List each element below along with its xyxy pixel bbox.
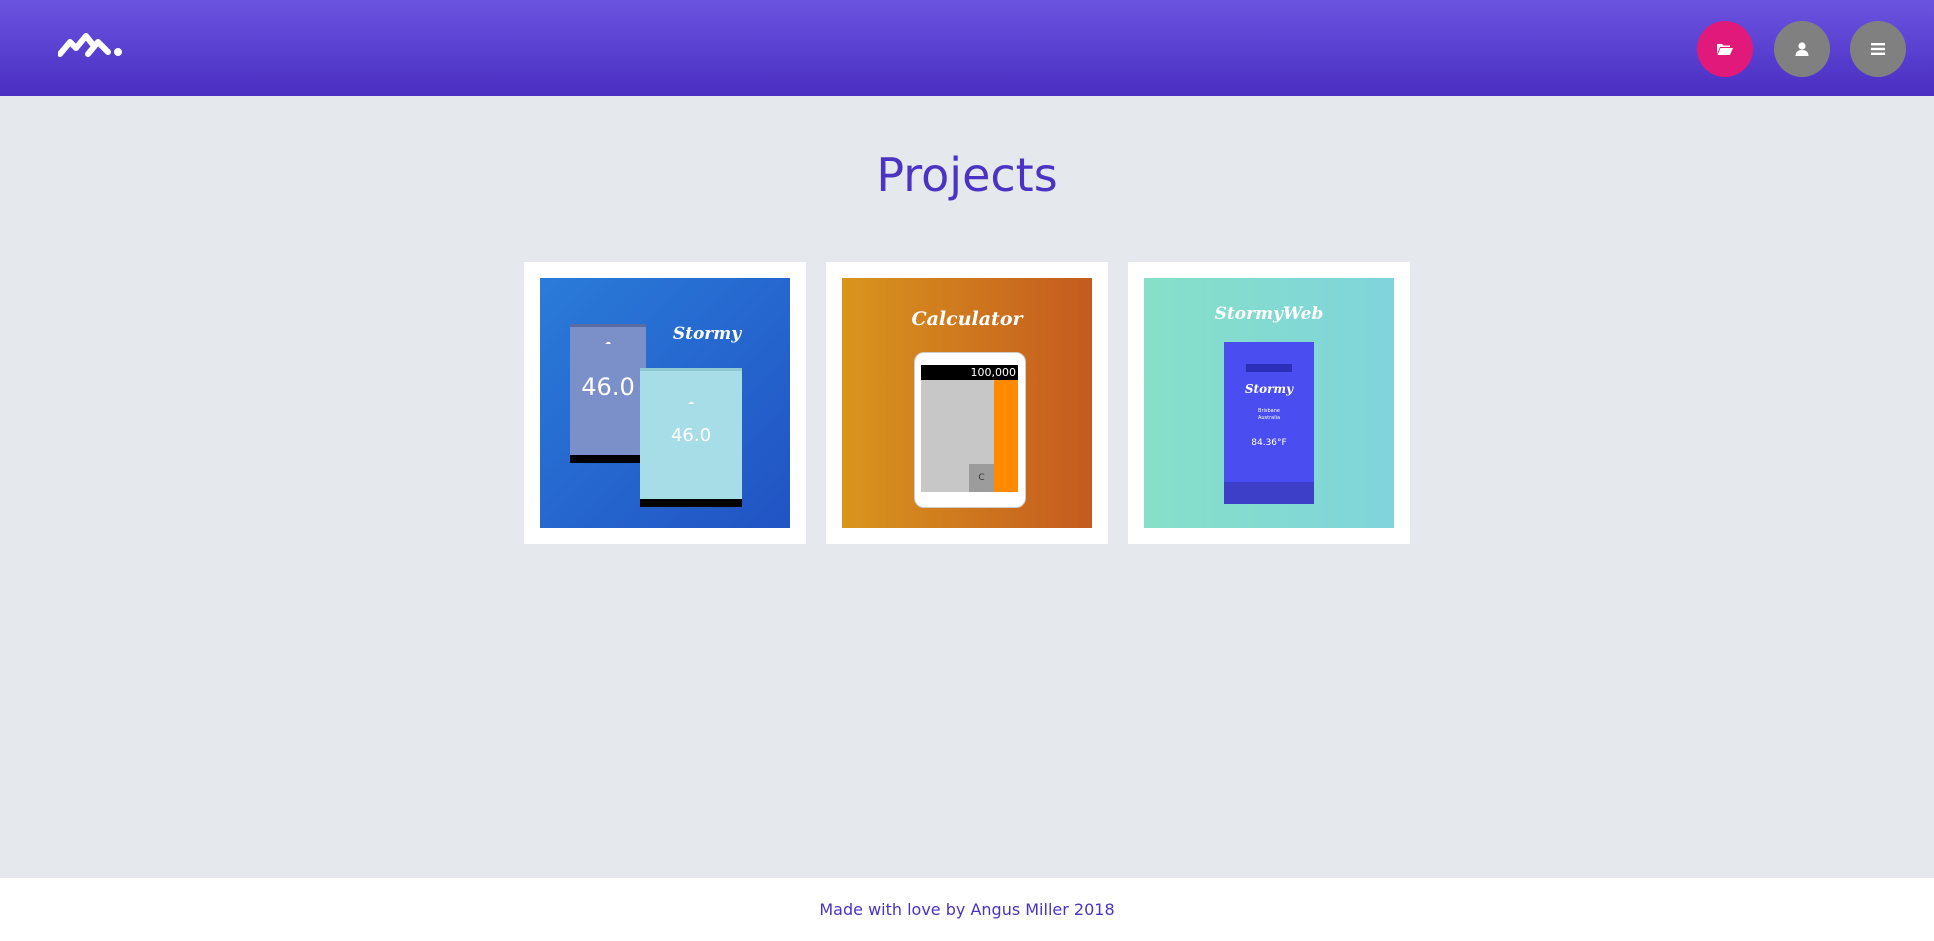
web-location-country: Australia	[1257, 415, 1281, 421]
clear-key: C	[969, 464, 994, 492]
project-thumbnail[interactable]: StormyWeb Stormy Brisbane Australia 84.3…	[1144, 278, 1394, 528]
top-navbar	[0, 0, 1934, 96]
phone-screenshot: ☁ 46.0	[570, 324, 646, 463]
footer-text: Made with love by Angus Miller 2018	[819, 900, 1115, 919]
site-logo[interactable]	[58, 30, 126, 60]
project-card-stormy[interactable]: Stormy ☁ 46.0 ☁ 46.0	[524, 262, 806, 544]
projects-nav-button[interactable]	[1697, 21, 1753, 77]
thumbnail-title: StormyWeb	[1214, 304, 1324, 324]
page-title: Projects	[876, 148, 1058, 202]
thumbnail-title: Stormy	[672, 324, 742, 344]
phone-temperature: 46.0	[670, 425, 712, 446]
web-screenshot: Stormy Brisbane Australia 84.36°F	[1224, 342, 1314, 504]
folder-open-icon	[1717, 44, 1733, 55]
project-card-stormyweb[interactable]: StormyWeb Stormy Brisbane Australia 84.3…	[1128, 262, 1410, 544]
about-nav-button[interactable]	[1774, 21, 1830, 77]
phone-screenshot: ☁ 46.0	[640, 368, 742, 507]
project-card-calculator[interactable]: Calculator 100,000 C	[826, 262, 1108, 544]
user-icon	[1795, 42, 1809, 56]
hamburger-menu-icon	[1871, 43, 1885, 55]
web-temperature: 84.36°F	[1251, 438, 1287, 448]
menu-nav-button[interactable]	[1850, 21, 1906, 77]
project-thumbnail[interactable]: Calculator 100,000 C	[842, 278, 1092, 528]
web-app-title: Stormy	[1244, 382, 1294, 396]
web-location-city: Brisbane	[1258, 408, 1280, 414]
footer: Made with love by Angus Miller 2018	[0, 878, 1934, 941]
calculator-display: 100,000	[921, 365, 1018, 380]
project-thumbnail[interactable]: Stormy ☁ 46.0 ☁ 46.0	[540, 278, 790, 528]
calculator-keypad: C	[921, 380, 1018, 492]
thumbnail-title: Calculator	[911, 308, 1023, 330]
tablet-screenshot: 100,000 C	[914, 352, 1026, 508]
phone-temperature: 46.0	[581, 373, 635, 401]
operator-column	[994, 380, 1018, 492]
